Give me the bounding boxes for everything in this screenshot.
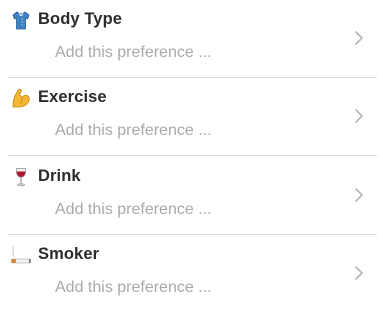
preference-placeholder: Add this preference ... bbox=[55, 122, 212, 139]
preference-title: Exercise bbox=[38, 88, 107, 106]
preference-placeholder: Add this preference ... bbox=[55, 44, 212, 61]
preference-row-body-type[interactable]: Body Type Add this preference ... bbox=[0, 0, 383, 78]
chevron-right-icon bbox=[355, 109, 363, 123]
preference-row-smoker[interactable]: Smoker Add this preference ... bbox=[0, 235, 383, 313]
cigarette-icon bbox=[11, 245, 31, 264]
flexed-biceps-icon bbox=[12, 88, 30, 108]
preference-row-drink[interactable]: Drink Add this preference ... bbox=[0, 157, 383, 235]
preference-row-exercise[interactable]: Exercise Add this preference ... bbox=[0, 78, 383, 156]
preference-title: Body Type bbox=[38, 10, 123, 28]
preference-title: Drink bbox=[38, 167, 81, 185]
preferences-list: Body Type Add this preference ... Exerci… bbox=[0, 0, 383, 312]
chevron-right-icon bbox=[355, 31, 363, 45]
preference-placeholder: Add this preference ... bbox=[55, 279, 212, 296]
wine-glass-icon bbox=[15, 168, 27, 187]
preference-title: Smoker bbox=[38, 245, 100, 263]
preference-placeholder: Add this preference ... bbox=[55, 201, 212, 218]
chevron-right-icon bbox=[355, 266, 363, 280]
shirt-icon bbox=[12, 11, 30, 30]
row-divider bbox=[8, 155, 377, 156]
chevron-right-icon bbox=[355, 188, 363, 202]
